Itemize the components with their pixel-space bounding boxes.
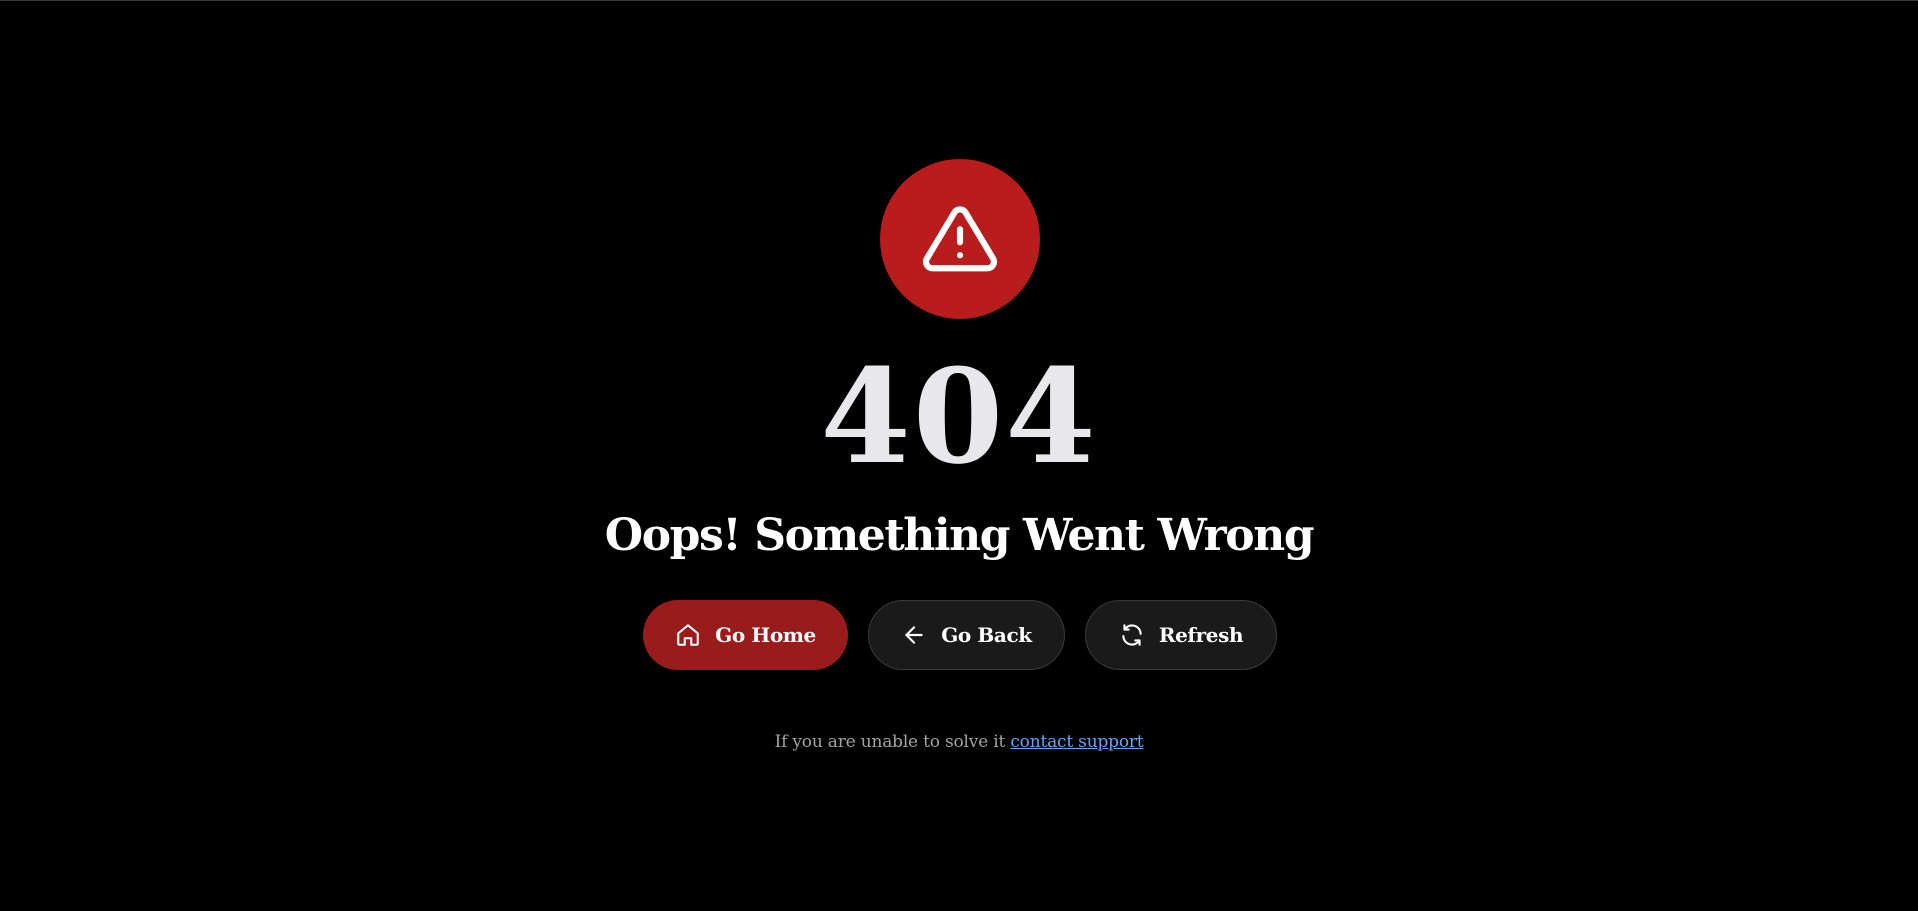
go-back-button[interactable]: Go Back bbox=[868, 600, 1065, 670]
error-code: 404 bbox=[820, 340, 1098, 493]
refresh-button[interactable]: Refresh bbox=[1085, 600, 1277, 670]
home-icon bbox=[677, 624, 699, 646]
help-message: If you are unable to solve it contact su… bbox=[0, 732, 1918, 752]
alert-badge bbox=[880, 159, 1040, 319]
go-home-button[interactable]: Go Home bbox=[643, 600, 848, 670]
go-back-label: Go Back bbox=[941, 623, 1032, 647]
help-text: If you are unable to solve it bbox=[774, 732, 1006, 752]
warning-triangle-icon bbox=[922, 206, 998, 272]
arrow-left-icon bbox=[905, 626, 923, 644]
go-home-label: Go Home bbox=[715, 623, 816, 647]
contact-support-link[interactable]: contact support bbox=[1010, 732, 1143, 752]
error-page: 404 Oops! Something Went Wrong Go Home G… bbox=[0, 0, 1918, 911]
refresh-label: Refresh bbox=[1158, 623, 1244, 647]
refresh-icon bbox=[1122, 624, 1142, 646]
error-headline: Oops! Something Went Wrong bbox=[604, 510, 1315, 561]
